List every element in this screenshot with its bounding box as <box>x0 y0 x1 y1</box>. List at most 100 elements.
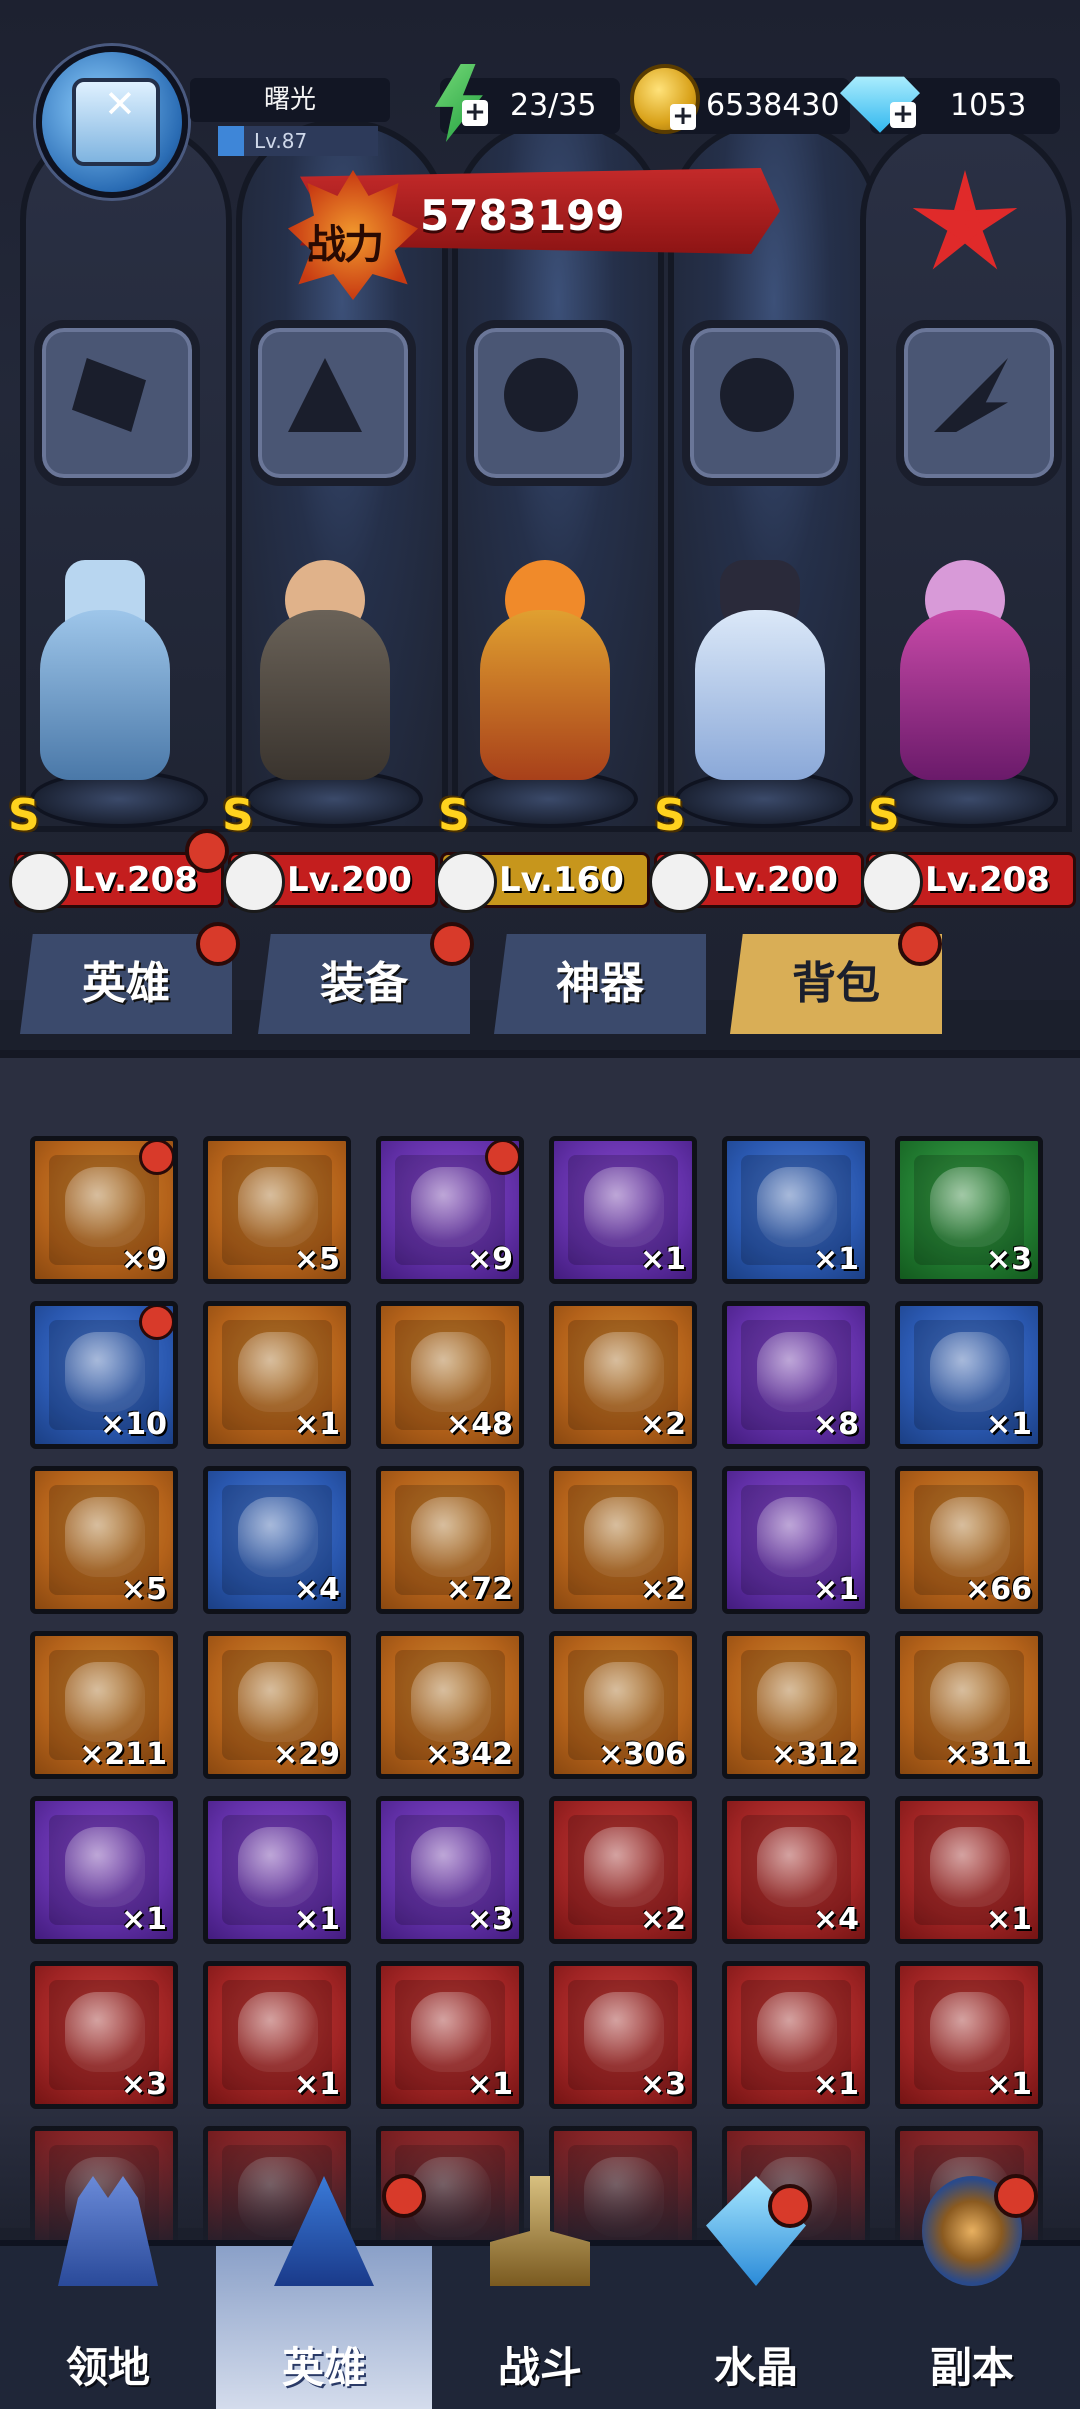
inventory-slot[interactable]: ×8 <box>722 1301 870 1449</box>
hero-crane-sage[interactable] <box>675 560 845 790</box>
notification-dot <box>994 2174 1038 2218</box>
item-quantity: ×1 <box>812 2067 859 2102</box>
inventory-slot[interactable]: ×1 <box>30 1796 178 1944</box>
item-quantity: ×4 <box>293 1572 340 1607</box>
notification-dot <box>196 922 240 966</box>
satellite-dish-icon <box>65 1662 145 1742</box>
item-quantity: ×1 <box>639 1242 686 1277</box>
hero-level: Lv.208 <box>73 860 198 900</box>
inventory-slot[interactable]: ×4 <box>203 1466 351 1614</box>
item-quantity: ×1 <box>120 1902 167 1937</box>
inventory-slot[interactable]: ×1 <box>376 1961 524 2109</box>
inventory-slot[interactable]: ×4 <box>722 1796 870 1944</box>
mystery-chest-icon <box>65 1167 145 1247</box>
inventory-slot[interactable]: ×3 <box>895 1136 1043 1284</box>
hero-warrior[interactable] <box>240 560 410 790</box>
hero-level-bar[interactable]: Lv.200 <box>223 851 438 913</box>
power-value: 5783199 <box>420 191 625 240</box>
inventory-slot[interactable]: ×1 <box>722 1136 870 1284</box>
hero-level-bar[interactable]: Lv.208 <box>9 829 229 913</box>
item-quantity: ×5 <box>120 1572 167 1607</box>
dragon-icon <box>584 1332 664 1412</box>
hero-level: Lv.200 <box>287 860 412 900</box>
inventory-slot[interactable]: ×29 <box>203 1631 351 1779</box>
class-monster-icon[interactable] <box>682 320 848 486</box>
hero-mech-spider[interactable] <box>20 560 190 790</box>
inventory-slot[interactable]: ×1 <box>722 1961 870 2109</box>
book-chest-icon <box>584 1167 664 1247</box>
tab-artifacts[interactable]: 神器 <box>494 934 706 1034</box>
item-quantity: ×306 <box>598 1737 686 1772</box>
hero-monkey-king[interactable] <box>460 560 630 790</box>
inventory-slot[interactable]: ×3 <box>376 1796 524 1944</box>
hero-level-bar[interactable]: Lv.200 <box>649 851 864 913</box>
inventory-slot[interactable]: ×306 <box>549 1631 697 1779</box>
inventory-slot[interactable]: ×1 <box>895 1301 1043 1449</box>
gem-value: 1053 <box>950 88 1027 123</box>
inventory-slot[interactable]: ×2 <box>549 1301 697 1449</box>
class-monster-icon[interactable] <box>466 320 632 486</box>
inventory-slot[interactable]: ×2 <box>549 1466 697 1614</box>
fish-piece-icon <box>757 1827 837 1907</box>
item-quantity: ×2 <box>639 1572 686 1607</box>
inventory-slot[interactable]: ×1 <box>722 1466 870 1614</box>
nav-territory[interactable]: 领地 <box>0 2176 216 2409</box>
gem-counter: + 1053 <box>840 76 1060 134</box>
inventory-slot[interactable]: ×342 <box>376 1631 524 1779</box>
item-quantity: ×5 <box>293 1242 340 1277</box>
nav-heroes[interactable]: 英雄 <box>216 2174 432 2409</box>
player-info: 曙光 Lv.87 <box>190 78 390 158</box>
hero-succubus[interactable] <box>880 560 1050 790</box>
inventory-slot[interactable]: ×3 <box>549 1961 697 2109</box>
hero-level-bar[interactable]: Lv.160 <box>435 851 650 913</box>
class-wing-icon[interactable] <box>896 320 1062 486</box>
energy-counter: + 23/35 <box>434 64 620 142</box>
inventory-slot[interactable]: ×1 <box>549 1136 697 1284</box>
class-wolf-icon[interactable] <box>34 320 200 486</box>
nav-dungeon[interactable]: 副本 <box>864 2174 1080 2409</box>
hero-rank-badge: S <box>438 790 470 841</box>
hero-body <box>900 610 1030 780</box>
inventory-slot[interactable]: ×9 <box>376 1136 524 1284</box>
wing-badge-icon <box>411 1827 491 1907</box>
book-chest-icon <box>757 1167 837 1247</box>
inventory-slot[interactable]: ×311 <box>895 1631 1043 1779</box>
class-wizard-icon[interactable] <box>250 320 416 486</box>
nav-label: 英雄 <box>281 2343 366 2392</box>
item-quantity: ×1 <box>812 1572 859 1607</box>
add-coins-button[interactable]: + <box>670 103 696 130</box>
inventory-slot[interactable]: ×3 <box>30 1961 178 2109</box>
inventory-slot[interactable]: ×5 <box>203 1136 351 1284</box>
inventory-slot[interactable]: ×1 <box>203 1796 351 1944</box>
notification-dot <box>768 2184 812 2228</box>
inventory-slot[interactable]: ×312 <box>722 1631 870 1779</box>
menu-flower-button[interactable] <box>910 170 1020 280</box>
inventory-slot[interactable]: ×10 <box>30 1301 178 1449</box>
wing-class-icon <box>861 851 923 913</box>
inventory-slot[interactable]: ×66 <box>895 1466 1043 1614</box>
inventory-slot[interactable]: ×1 <box>895 1961 1043 2109</box>
nav-battle[interactable]: 战斗 <box>432 2176 648 2409</box>
add-gems-button[interactable]: + <box>890 101 916 128</box>
item-quantity: ×3 <box>639 2067 686 2102</box>
hero-level-bar[interactable]: Lv.208 <box>861 851 1076 913</box>
inventory-slot[interactable]: ×1 <box>895 1796 1043 1944</box>
inventory-slot[interactable]: ×2 <box>549 1796 697 1944</box>
item-quantity: ×2 <box>639 1407 686 1442</box>
wrench-class-icon <box>9 851 71 913</box>
nav-label: 领地 <box>65 2343 150 2392</box>
nav-label: 战斗 <box>497 2343 582 2392</box>
player-avatar[interactable]: ✕ <box>36 46 188 198</box>
add-energy-button[interactable]: + <box>462 99 488 126</box>
inventory-slot[interactable]: ×72 <box>376 1466 524 1614</box>
hero-rank-badge: S <box>8 790 40 841</box>
nav-label: 副本 <box>929 2343 1014 2392</box>
inventory-slot[interactable]: ×1 <box>203 1301 351 1449</box>
item-quantity: ×66 <box>965 1572 1032 1607</box>
nav-crystal[interactable]: 水晶 <box>648 2176 864 2409</box>
inventory-slot[interactable]: ×5 <box>30 1466 178 1614</box>
inventory-slot[interactable]: ×211 <box>30 1631 178 1779</box>
inventory-slot[interactable]: ×9 <box>30 1136 178 1284</box>
inventory-slot[interactable]: ×48 <box>376 1301 524 1449</box>
inventory-slot[interactable]: ×1 <box>203 1961 351 2109</box>
